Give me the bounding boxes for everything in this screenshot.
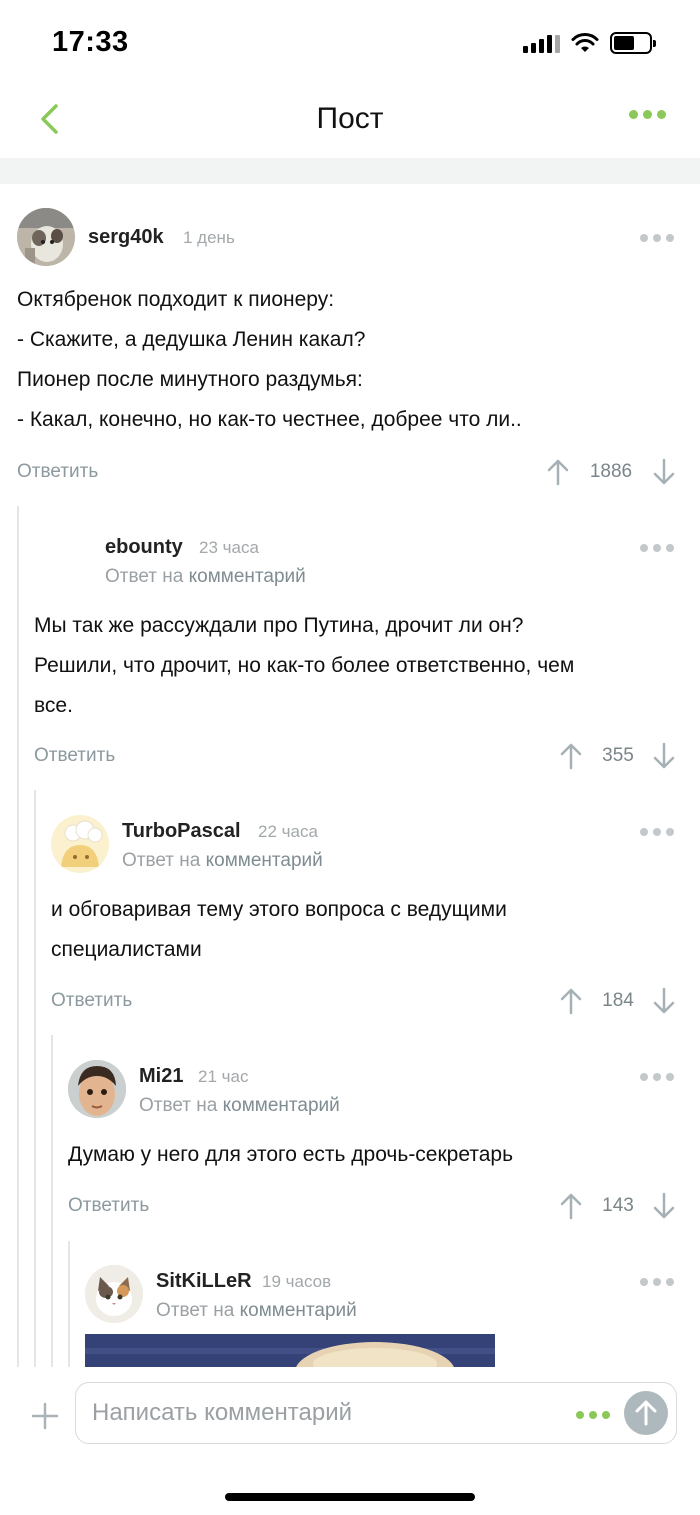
comment-line: Октябренок подходит к пионеру: [17, 288, 335, 311]
nav-bar: Пост [0, 80, 700, 158]
status-icons [523, 30, 656, 56]
reply-to-comment-link[interactable]: комментарий [189, 566, 306, 587]
comment-username[interactable]: TurboPascal [122, 820, 241, 843]
comment-more-button[interactable] [640, 234, 674, 242]
reply-to-link[interactable]: Ответ на комментарий [156, 1300, 357, 1322]
attached-photo [85, 1334, 495, 1367]
comment: ebounty 23 часа Ответ на комментарий Мы … [0, 504, 700, 794]
reply-button[interactable]: Ответить [68, 1195, 149, 1217]
reply-to-comment-link[interactable]: комментарий [223, 1095, 340, 1116]
comment-line: - Какал, конечно, но как-то честнее, доб… [17, 408, 522, 431]
cellular-signal-icon [523, 33, 560, 53]
battery-icon [610, 32, 656, 54]
comment-line: специалистами [51, 938, 202, 961]
comment-text: Мы так же рассуждали про Путина, дрочит … [34, 606, 684, 726]
downvote-arrow-icon[interactable] [651, 742, 677, 770]
comment-image[interactable] [85, 1334, 495, 1367]
comment-line: Мы так же рассуждали про Путина, дрочит … [34, 614, 524, 637]
comment-text: Октябренок подходит к пионеру: - Скажите… [17, 280, 677, 440]
add-attachment-icon[interactable] [30, 1401, 60, 1431]
chef-avatar-image [51, 815, 109, 873]
comment-more-button[interactable] [640, 1073, 674, 1081]
home-indicator [225, 1493, 475, 1501]
upvote-arrow-icon[interactable] [558, 742, 584, 770]
reply-to-prefix: Ответ на [122, 850, 201, 871]
reply-to-link[interactable]: Ответ на комментарий [139, 1095, 340, 1117]
boy-avatar-image [68, 1060, 126, 1118]
comment-time: 22 часа [258, 822, 318, 841]
comment-rating: 355 [602, 745, 634, 766]
reply-button[interactable]: Ответить [51, 990, 132, 1012]
upvote-arrow-icon[interactable] [558, 987, 584, 1015]
comment-rating: 143 [602, 1195, 634, 1216]
comment-username[interactable]: Mi21 [139, 1065, 183, 1088]
comment-text: Думаю у него для этого есть дрочь-секрет… [68, 1135, 688, 1175]
comment-line: все. [34, 694, 73, 717]
comment-time: 19 часов [262, 1272, 332, 1291]
comment-input[interactable]: Написать комментарий [75, 1382, 677, 1444]
cat-avatar-image [85, 1265, 143, 1323]
comment-line: Думаю у него для этого есть дрочь-секрет… [68, 1143, 514, 1166]
comment-line: Решили, что дрочит, но как-то более отве… [34, 654, 575, 677]
upvote-arrow-icon[interactable] [545, 458, 571, 486]
downvote-arrow-icon[interactable] [651, 458, 677, 486]
arrow-up-icon [635, 1400, 657, 1426]
status-time: 17:33 [52, 26, 129, 58]
status-bar: 17:33 [0, 0, 700, 80]
comment-more-button[interactable] [640, 1278, 674, 1286]
comment-thread: serg40k 1 день Октябренок подходит к пио… [0, 184, 700, 1367]
comment-rating: 184 [602, 990, 634, 1011]
comment-text: и обговаривая тему этого вопроса с ведущ… [51, 890, 681, 970]
reply-to-comment-link[interactable]: комментарий [206, 850, 323, 871]
avatar[interactable] [85, 1265, 143, 1323]
send-button[interactable] [624, 1391, 668, 1435]
comment-time: 21 час [198, 1067, 249, 1086]
cat-avatar-image [17, 208, 75, 266]
comment-input-placeholder: Написать комментарий [92, 1399, 353, 1426]
reply-to-prefix: Ответ на [139, 1095, 218, 1116]
page-title: Пост [316, 102, 384, 135]
wifi-icon [571, 33, 599, 52]
comment-time: 1 день [183, 228, 235, 247]
upvote-arrow-icon[interactable] [558, 1192, 584, 1220]
reply-to-prefix: Ответ на [105, 566, 184, 587]
comment-line: и обговаривая тему этого вопроса с ведущ… [51, 898, 507, 921]
comment-line: Пионер после минутного раздумья: [17, 368, 363, 391]
avatar[interactable] [51, 815, 109, 873]
section-divider [0, 158, 700, 184]
reply-to-link[interactable]: Ответ на комментарий [122, 850, 323, 872]
reply-to-prefix: Ответ на [156, 1300, 235, 1321]
downvote-arrow-icon[interactable] [651, 987, 677, 1015]
comment-username[interactable]: SitKiLLeR [156, 1270, 252, 1293]
comment: serg40k 1 день Октябренок подходит к пио… [0, 184, 700, 504]
comment: Mi21 21 час Ответ на комментарий Думаю у… [0, 1039, 700, 1244]
compose-bar: Написать комментарий [0, 1367, 700, 1515]
avatar[interactable] [17, 208, 75, 266]
more-options-button[interactable] [629, 110, 666, 119]
reply-to-link[interactable]: Ответ на комментарий [105, 566, 306, 588]
downvote-arrow-icon[interactable] [651, 1192, 677, 1220]
avatar[interactable] [68, 1060, 126, 1118]
reply-button[interactable]: Ответить [17, 461, 98, 483]
input-more-button[interactable] [576, 1411, 610, 1419]
comment: TurboPascal 22 часа Ответ на комментарий… [0, 794, 700, 1039]
comment: SitKiLLeR 19 часов Ответ на комментарий [0, 1244, 700, 1367]
reply-button[interactable]: Ответить [34, 745, 115, 767]
reply-to-comment-link[interactable]: комментарий [240, 1300, 357, 1321]
comment-rating: 1886 [589, 461, 633, 482]
comment-more-button[interactable] [640, 828, 674, 836]
comment-username[interactable]: ebounty [105, 536, 183, 559]
comment-username[interactable]: serg40k [88, 226, 164, 249]
comment-time: 23 часа [199, 538, 259, 557]
comment-more-button[interactable] [640, 544, 674, 552]
comment-line: - Скажите, а дедушка Ленин какал? [17, 328, 366, 351]
